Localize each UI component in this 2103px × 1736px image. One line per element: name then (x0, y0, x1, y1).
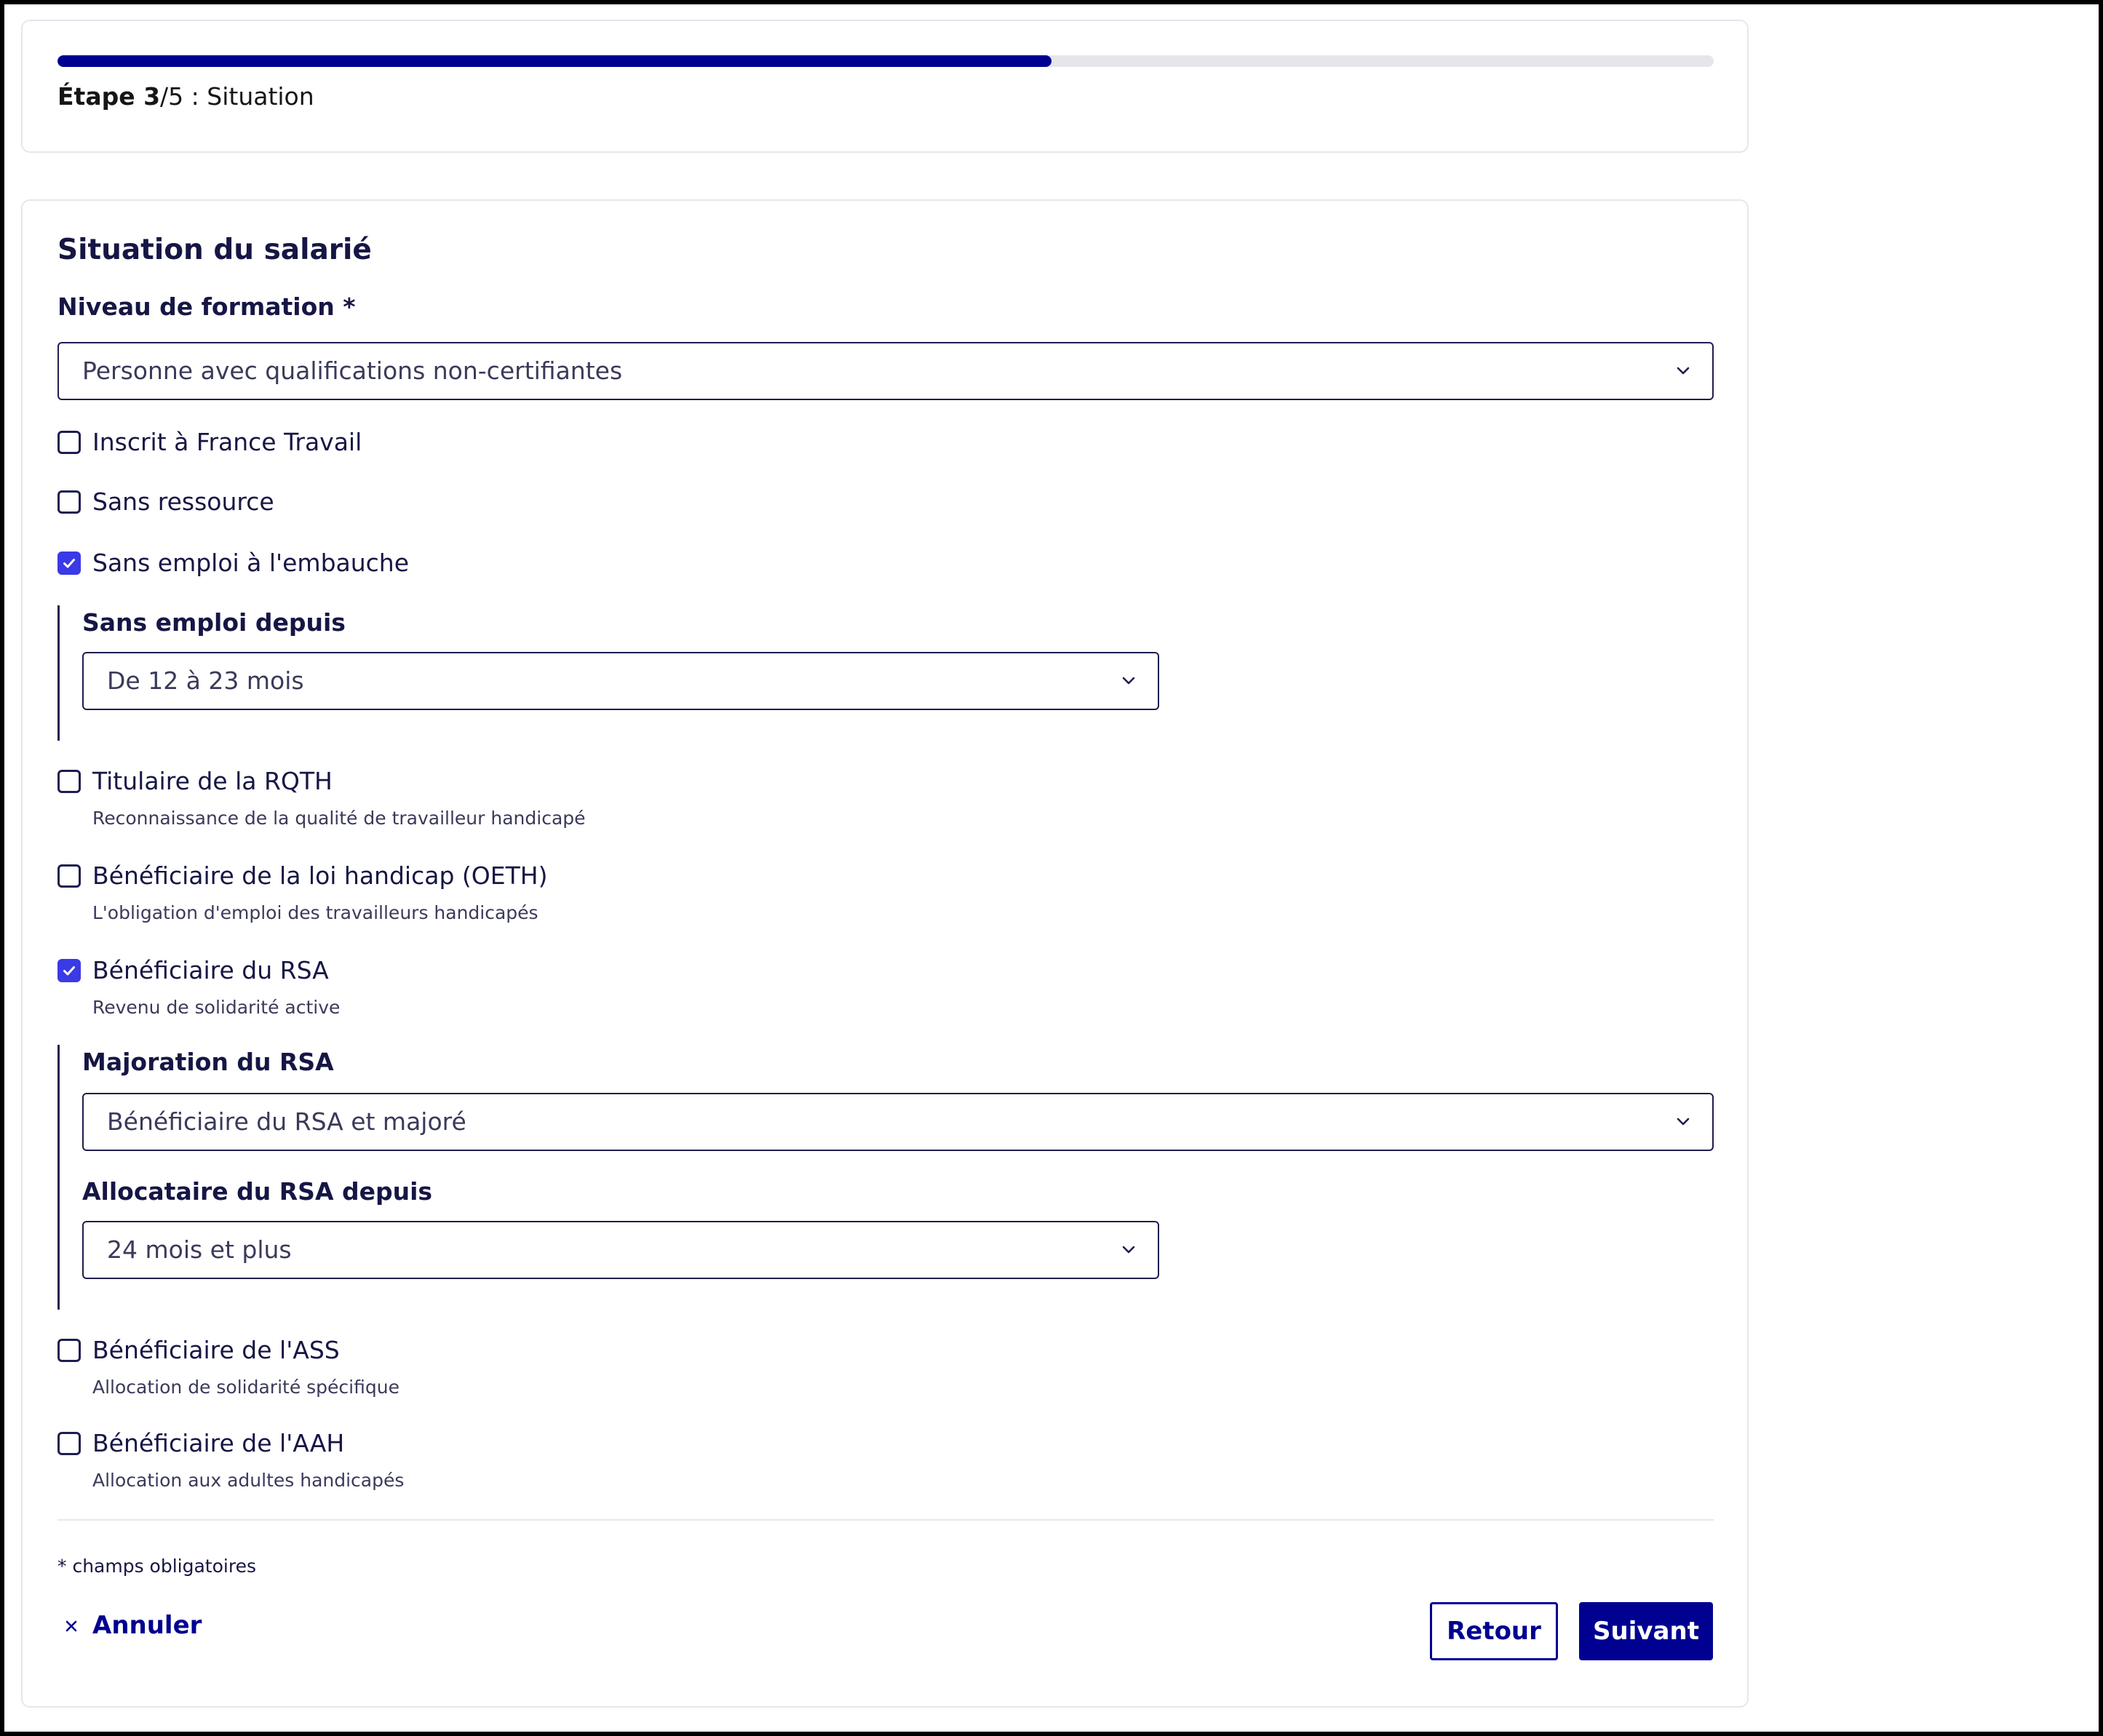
rqth-checkbox[interactable] (57, 770, 81, 793)
oeth-hint: L'obligation d'emploi des travailleurs h… (92, 902, 538, 923)
france-travail-label: Inscrit à France Travail (92, 428, 362, 456)
sans-emploi-depuis-select[interactable]: De 12 à 23 mois (82, 652, 1159, 710)
step-title: /5 : Situation (160, 82, 314, 111)
rsa-hint: Revenu de solidarité active (92, 997, 341, 1018)
ass-hint: Allocation de solidarité spécifique (92, 1377, 399, 1398)
aah-label: Bénéficiaire de l'AAH (92, 1429, 345, 1457)
france-travail-checkbox[interactable] (57, 431, 81, 454)
sans-emploi-depuis-value: De 12 à 23 mois (107, 666, 304, 695)
section-title: Situation du salarié (57, 234, 372, 266)
nested-group-border (57, 605, 60, 741)
required-fields-note: * champs obligatoires (57, 1556, 256, 1577)
rsa-label: Bénéficiaire du RSA (92, 956, 329, 984)
step-number: Étape 3 (57, 82, 161, 111)
chevron-down-icon (1677, 367, 1690, 375)
rqth-hint: Reconnaissance de la qualité de travaill… (92, 808, 586, 829)
chevron-down-icon (1122, 677, 1135, 685)
sans-emploi-label: Sans emploi à l'embauche (92, 549, 410, 577)
rsa-depuis-select[interactable]: 24 mois et plus (82, 1221, 1159, 1279)
step-indicator: Étape 3/5 : Situation (57, 82, 314, 111)
rsa-depuis-value: 24 mois et plus (107, 1235, 292, 1264)
majoration-rsa-value: Bénéficiaire du RSA et majoré (107, 1107, 466, 1136)
form-card: Situation du salarié Niveau de formation… (21, 199, 1749, 1708)
check-icon (63, 966, 75, 976)
back-button[interactable]: Retour (1430, 1602, 1558, 1660)
rsa-checkbox[interactable] (57, 959, 81, 982)
form-divider (57, 1519, 1714, 1521)
cancel-label: Annuler (92, 1611, 202, 1640)
sans-emploi-checkbox[interactable] (57, 552, 81, 575)
aah-hint: Allocation aux adultes handicapés (92, 1470, 405, 1491)
niveau-formation-select[interactable]: Personne avec qualifications non-certifi… (57, 342, 1714, 400)
rqth-label: Titulaire de la RQTH (92, 767, 333, 795)
stepper-card: Étape 3/5 : Situation (21, 20, 1749, 153)
progress-fill (57, 55, 1052, 67)
rsa-depuis-label: Allocataire du RSA depuis (82, 1177, 433, 1206)
oeth-checkbox[interactable] (57, 864, 81, 888)
niveau-formation-value: Personne avec qualifications non-certifi… (82, 357, 623, 385)
sans-ressource-label: Sans ressource (92, 487, 274, 516)
oeth-label: Bénéficiaire de la loi handicap (OETH) (92, 861, 548, 890)
ass-label: Bénéficiaire de l'ASS (92, 1336, 340, 1364)
majoration-rsa-label: Majoration du RSA (82, 1048, 334, 1076)
niveau-formation-label: Niveau de formation * (57, 292, 356, 321)
check-icon (63, 559, 75, 568)
majoration-rsa-select[interactable]: Bénéficiaire du RSA et majoré (82, 1093, 1714, 1151)
progress-bar (57, 55, 1714, 67)
aah-checkbox[interactable] (57, 1432, 81, 1455)
ass-checkbox[interactable] (57, 1339, 81, 1362)
close-icon (65, 1620, 77, 1632)
sans-ressource-checkbox[interactable] (57, 490, 81, 514)
chevron-down-icon (1677, 1118, 1690, 1126)
nested-group-border (57, 1045, 60, 1310)
chevron-down-icon (1122, 1246, 1135, 1254)
next-button[interactable]: Suivant (1579, 1602, 1713, 1660)
sans-emploi-depuis-label: Sans emploi depuis (82, 608, 346, 637)
